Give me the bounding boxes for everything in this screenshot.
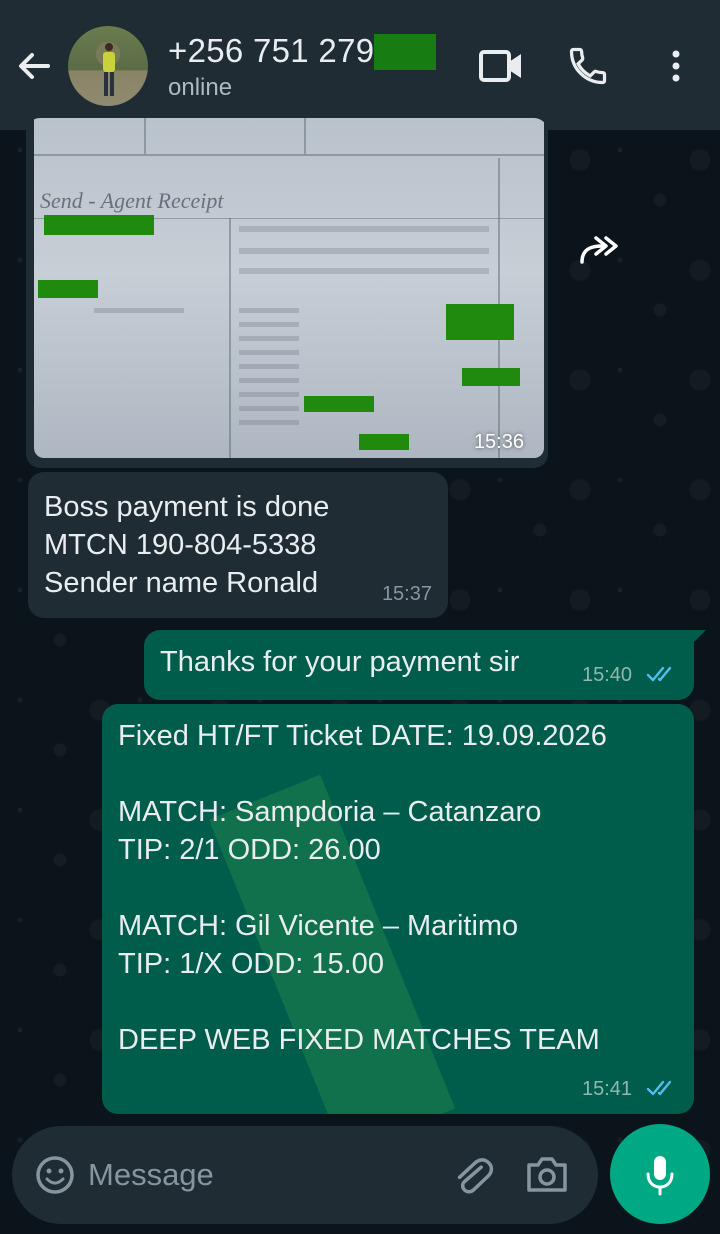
receipt-print <box>239 268 489 274</box>
message-line: MATCH: Sampdoria – Catanzaro <box>118 796 542 828</box>
arrow-left-icon <box>19 53 50 79</box>
receipt-rule <box>229 218 231 458</box>
emoji-icon <box>36 1156 74 1194</box>
message-line: Fixed HT/FT Ticket DATE: 19.09.2026 <box>118 720 607 752</box>
message-time: 15:40 <box>582 664 633 686</box>
message-time: 15:41 <box>582 1078 633 1100</box>
receipt-print <box>239 248 489 254</box>
forward-button[interactable] <box>576 228 624 272</box>
bubble-tail <box>692 630 706 644</box>
voice-call-button[interactable] <box>566 44 610 88</box>
message-text: Thanks for your payment sir <box>160 646 520 678</box>
redaction-box <box>44 215 154 235</box>
message-text: Boss payment is done MTCN 190-804-5338 S… <box>44 488 329 602</box>
message-line: MTCN 190-804-5338 <box>44 529 317 561</box>
more-options-button[interactable] <box>656 44 696 88</box>
message-composer <box>12 1126 598 1224</box>
video-call-button[interactable] <box>476 44 526 88</box>
attach-button[interactable] <box>450 1152 494 1198</box>
image-message[interactable]: Send - Agent Receipt 15:36 <box>26 118 548 468</box>
message-line: TIP: 1/X ODD: 15.00 <box>118 948 384 980</box>
redaction-box <box>359 434 409 450</box>
redaction-box <box>462 368 520 386</box>
camera-button[interactable] <box>524 1152 570 1196</box>
more-vertical-icon <box>672 50 680 82</box>
redaction-box <box>446 304 514 340</box>
message-line: TIP: 2/1 ODD: 26.00 <box>118 834 381 866</box>
message-time: 15:37 <box>381 583 432 605</box>
voice-message-button[interactable] <box>610 1124 710 1224</box>
back-button[interactable] <box>14 46 54 86</box>
redaction-box <box>304 396 374 412</box>
outgoing-message[interactable]: Fixed HT/FT Ticket DATE: 19.09.2026 MATC… <box>102 704 694 1114</box>
double-check-icon <box>646 666 672 682</box>
redaction-box <box>374 34 436 70</box>
message-line: DEEP WEB FIXED MATCHES TEAM <box>118 1024 600 1056</box>
message-line: Boss payment is done <box>44 491 330 523</box>
double-check-icon <box>646 1080 672 1096</box>
chat-header: +256 751 279 online <box>0 0 720 130</box>
receipt-photo[interactable]: Send - Agent Receipt <box>34 118 544 458</box>
receipt-title: Send - Agent Receipt <box>40 188 224 213</box>
incoming-message[interactable]: Boss payment is done MTCN 190-804-5338 S… <box>28 472 448 618</box>
emoji-button[interactable] <box>34 1154 76 1196</box>
outgoing-message[interactable]: Thanks for your payment sir 15:40 <box>144 630 706 700</box>
receipt-print <box>239 308 299 428</box>
contact-status: online <box>168 74 233 101</box>
microphone-icon <box>646 1156 674 1196</box>
camera-icon <box>527 1157 567 1192</box>
receipt-rule <box>144 118 146 154</box>
contact-avatar[interactable] <box>68 26 148 106</box>
receipt-print <box>94 308 184 313</box>
receipt-rule <box>304 118 306 154</box>
phone-icon <box>569 47 607 85</box>
message-time: 15:36 <box>473 431 524 453</box>
message-line: MATCH: Gil Vicente – Maritimo <box>118 910 519 942</box>
contact-name[interactable]: +256 751 279 <box>168 32 374 70</box>
paperclip-icon <box>457 1158 494 1194</box>
video-camera-icon <box>479 50 521 82</box>
person-photo <box>103 43 115 96</box>
message-input[interactable] <box>88 1154 428 1196</box>
receipt-rule <box>34 154 544 156</box>
message-line: Sender name Ronald <box>44 567 319 599</box>
receipt-print <box>239 226 489 232</box>
forward-icon <box>580 236 618 264</box>
redaction-box <box>38 280 98 298</box>
